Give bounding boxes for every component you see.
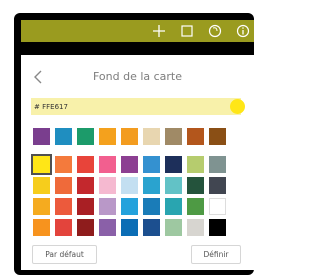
palette-color-swatch[interactable] [55, 219, 72, 236]
palette-color-swatch[interactable] [165, 198, 182, 215]
palette-color-swatch[interactable] [209, 198, 226, 215]
recent-color-swatch[interactable] [55, 128, 72, 145]
recent-color-swatch[interactable] [187, 128, 204, 145]
palette-color-swatch[interactable] [31, 154, 52, 175]
palette-color-swatch[interactable] [121, 219, 138, 236]
palette-color-swatch[interactable] [187, 156, 204, 173]
palette-color-swatch[interactable] [143, 219, 160, 236]
palette-color-swatch[interactable] [165, 219, 182, 236]
palette-color-swatch[interactable] [77, 177, 94, 194]
palette-color-swatch[interactable] [187, 219, 204, 236]
palette-color-swatch[interactable] [143, 177, 160, 194]
palette-color-swatch[interactable] [55, 156, 72, 173]
palette-color-swatch[interactable] [121, 177, 138, 194]
palette-color-swatch[interactable] [33, 177, 50, 194]
palette-color-swatch[interactable] [99, 198, 116, 215]
panel-header: Fond de la carte [21, 67, 254, 87]
recent-colors-row [33, 128, 226, 145]
hex-field-row [31, 98, 245, 115]
palette-color-swatch[interactable] [121, 198, 138, 215]
palette-color-swatch[interactable] [99, 177, 116, 194]
recent-color-swatch[interactable] [33, 128, 50, 145]
palette-color-swatch[interactable] [33, 219, 50, 236]
apply-button[interactable]: Définir [191, 245, 241, 264]
default-button[interactable]: Par défaut [32, 245, 97, 264]
palette-color-swatch[interactable] [209, 219, 226, 236]
palette-color-swatch[interactable] [143, 198, 160, 215]
recent-color-swatch[interactable] [165, 128, 182, 145]
palette-color-swatch[interactable] [209, 177, 226, 194]
current-color-swatch [230, 99, 245, 114]
recent-color-swatch[interactable] [99, 128, 116, 145]
palette-grid [31, 154, 226, 236]
palette-color-swatch[interactable] [143, 156, 160, 173]
palette-color-swatch[interactable] [209, 156, 226, 173]
palette-color-swatch[interactable] [121, 156, 138, 173]
info-icon[interactable] [232, 20, 254, 42]
recent-color-swatch[interactable] [209, 128, 226, 145]
palette-color-swatch[interactable] [55, 177, 72, 194]
palette-color-swatch[interactable] [99, 156, 116, 173]
top-toolbar [21, 20, 254, 42]
recent-color-swatch[interactable] [77, 128, 94, 145]
hex-input[interactable] [31, 98, 201, 115]
palette-color-swatch[interactable] [77, 156, 94, 173]
palette-color-swatch[interactable] [165, 156, 182, 173]
square-icon[interactable] [176, 20, 198, 42]
palette-color-swatch[interactable] [33, 198, 50, 215]
palette-icon[interactable] [204, 20, 226, 42]
palette-color-swatch[interactable] [187, 198, 204, 215]
recent-color-swatch[interactable] [121, 128, 138, 145]
palette-color-swatch[interactable] [77, 198, 94, 215]
palette-color-swatch[interactable] [55, 198, 72, 215]
palette-color-swatch[interactable] [77, 219, 94, 236]
screen: Fond de la carte Par défaut Définir [0, 0, 257, 278]
palette-color-swatch[interactable] [187, 177, 204, 194]
plus-icon[interactable] [148, 20, 170, 42]
panel-title: Fond de la carte [92, 70, 183, 83]
recent-color-swatch[interactable] [143, 128, 160, 145]
palette-color-swatch[interactable] [165, 177, 182, 194]
palette-color-swatch[interactable] [99, 219, 116, 236]
color-picker-panel: Fond de la carte Par défaut Définir [21, 55, 254, 270]
